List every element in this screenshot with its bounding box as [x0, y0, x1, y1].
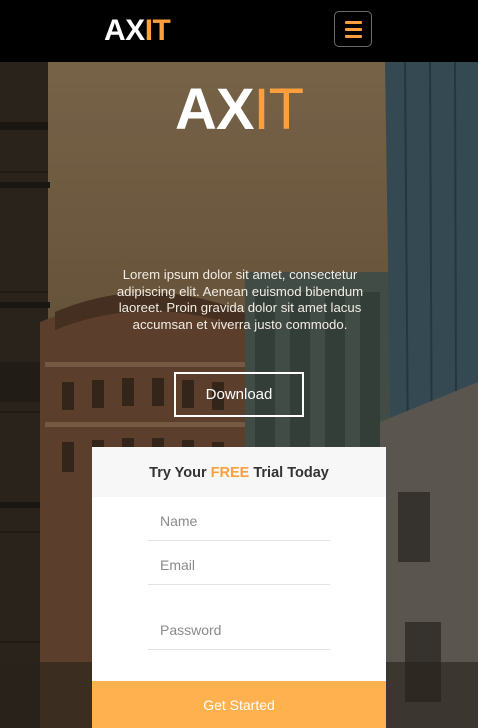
hero-logo-part2: IT [253, 77, 305, 142]
brand-logo-part2: IT [144, 14, 171, 47]
hero-logo: AXIT [0, 78, 478, 142]
trial-form-title: Try Your FREE Trial Today [92, 447, 386, 497]
top-navbar: AXIT [0, 0, 478, 62]
trial-title-prefix: Try Your [149, 465, 211, 481]
hero-logo-part1: AX [174, 77, 255, 142]
trial-title-highlight: FREE [210, 465, 250, 481]
menu-toggle-button[interactable] [334, 11, 372, 47]
get-started-button[interactable]: Get Started [92, 681, 386, 728]
hamburger-menu-icon [344, 20, 362, 24]
brand-logo[interactable]: AXIT [104, 13, 171, 49]
name-input[interactable] [148, 501, 330, 541]
hero-description: Lorem ipsum dolor sit amet, consectetur … [116, 267, 364, 332]
download-button[interactable]: Download [174, 372, 304, 417]
trial-signup-form: Try Your FREE Trial Today Get Started [92, 447, 386, 728]
email-input[interactable] [148, 545, 330, 585]
password-input[interactable] [148, 610, 330, 650]
brand-logo-part1: AX [104, 14, 145, 47]
trial-title-suffix: Trial Today [249, 465, 329, 481]
